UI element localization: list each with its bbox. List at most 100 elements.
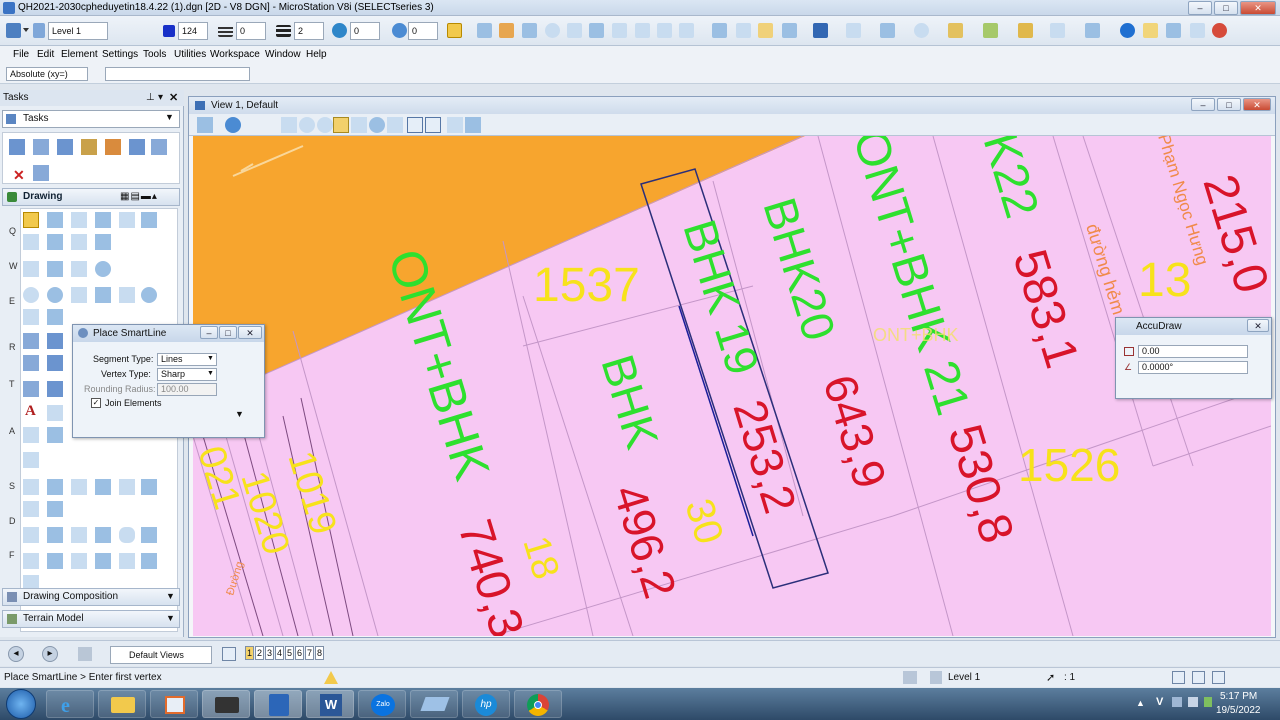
- menu-edit[interactable]: Edit: [37, 49, 54, 60]
- cad-drawing[interactable]: ONT+BHK 740,3 1537 BHK 496,2 30 18 BHK 1…: [193, 136, 1271, 636]
- hp-icon[interactable]: hp: [462, 690, 510, 718]
- trim-icon[interactable]: [657, 23, 672, 38]
- midpoint-icon[interactable]: [71, 479, 87, 495]
- scanner-icon[interactable]: [410, 690, 458, 718]
- view-4-button[interactable]: 4: [275, 646, 284, 660]
- tools-icon[interactable]: [1190, 23, 1205, 38]
- pin-icon[interactable]: ⊥: [146, 92, 155, 103]
- element-selection-tool-icon[interactable]: [9, 139, 25, 155]
- half-ellipse-icon[interactable]: [95, 287, 111, 303]
- accudraw-title-bar[interactable]: AccuDraw ✕: [1116, 318, 1271, 335]
- view-group-icon[interactable]: [78, 647, 92, 661]
- models-icon[interactable]: [846, 23, 861, 38]
- drawing-composition-group[interactable]: Drawing Composition: [2, 588, 180, 606]
- maximize-button[interactable]: □: [1214, 1, 1238, 15]
- language-indicator[interactable]: V: [1156, 696, 1163, 708]
- menu-file[interactable]: File: [13, 49, 29, 60]
- coordinate-mode-select[interactable]: Absolute (xy=): [6, 67, 88, 81]
- text-fit-icon[interactable]: [23, 427, 39, 443]
- start-button-icon[interactable]: [6, 689, 36, 719]
- level-select[interactable]: Level 1: [48, 22, 108, 40]
- zoom-in-icon[interactable]: [299, 117, 315, 133]
- zoom-out-icon[interactable]: [317, 117, 333, 133]
- segment-type-arrow-icon[interactable]: ▼: [207, 355, 214, 362]
- lock-icon[interactable]: [930, 671, 942, 684]
- tasks-select[interactable]: Tasks: [2, 110, 180, 128]
- menu-utilities[interactable]: Utilities: [174, 49, 206, 60]
- accudraw-distance-field[interactable]: 0.00: [1138, 345, 1248, 358]
- modify-tool-icon[interactable]: [81, 139, 97, 155]
- view-2-button[interactable]: 2: [255, 646, 264, 660]
- microstation-taskbar-icon[interactable]: [254, 690, 302, 718]
- groups-tool-icon[interactable]: [105, 139, 121, 155]
- priority-select[interactable]: 0: [408, 22, 438, 40]
- back-icon[interactable]: ◂: [8, 646, 24, 662]
- dimension-radial-icon[interactable]: [71, 527, 87, 543]
- fence-icon[interactable]: [679, 23, 694, 38]
- manipulate-tool-icon[interactable]: [57, 139, 73, 155]
- snap-mode-icon[interactable]: [903, 671, 917, 684]
- rounding-radius-input[interactable]: 100.00: [157, 383, 217, 396]
- menu-element[interactable]: Element: [61, 49, 98, 60]
- line-weight-select[interactable]: 2: [294, 22, 324, 40]
- pattern-icon[interactable]: [712, 23, 727, 38]
- battery-icon[interactable]: [1204, 697, 1212, 707]
- view-maximize-button[interactable]: □: [1217, 98, 1241, 111]
- dimension-3d-icon[interactable]: [141, 527, 157, 543]
- hatch-tool-icon[interactable]: [47, 501, 63, 517]
- close-button[interactable]: ✕: [1240, 1, 1276, 15]
- transparency-select[interactable]: 0: [350, 22, 380, 40]
- trim-tool-icon[interactable]: [71, 553, 87, 569]
- view-group-select[interactable]: Default Views: [110, 646, 212, 664]
- word-icon[interactable]: W: [306, 690, 354, 718]
- view-previous-icon[interactable]: [407, 117, 423, 133]
- clock-time[interactable]: 5:17 PM: [1220, 691, 1257, 702]
- point-tool-icon[interactable]: [95, 212, 111, 228]
- insert-vertex-icon[interactable]: [119, 553, 135, 569]
- text-style-icon[interactable]: [23, 381, 39, 397]
- file-explorer-icon[interactable]: [98, 690, 146, 718]
- key-in-icon[interactable]: [1143, 23, 1158, 38]
- display-style-icon[interactable]: [225, 117, 241, 133]
- curve-stream-icon[interactable]: [23, 234, 39, 250]
- update-view-icon[interactable]: [281, 117, 297, 133]
- view-close-button[interactable]: ✕: [1243, 98, 1271, 111]
- construct-icon[interactable]: [71, 234, 87, 250]
- tasks-select-arrow-icon[interactable]: ▼: [165, 112, 174, 122]
- arc-tool-icon[interactable]: [635, 23, 650, 38]
- stream-tool-icon[interactable]: [141, 212, 157, 228]
- cell-library-icon[interactable]: [983, 23, 998, 38]
- angle-icon[interactable]: [95, 234, 111, 250]
- fit-view-icon[interactable]: [351, 117, 367, 133]
- place-line-tool-icon[interactable]: [47, 212, 63, 228]
- tasks-close-icon[interactable]: ✕: [169, 91, 178, 104]
- view-settings-icon[interactable]: [813, 23, 828, 38]
- expand-dialog-icon[interactable]: ▼: [235, 409, 244, 419]
- shape-icon[interactable]: [71, 261, 87, 277]
- menu-settings[interactable]: Settings: [102, 49, 138, 60]
- rotate-tool-icon[interactable]: [47, 355, 63, 371]
- drawing-tools-icon[interactable]: [151, 139, 167, 155]
- views-dialog-icon[interactable]: [222, 647, 236, 661]
- text-node-icon[interactable]: [47, 405, 63, 421]
- dimension-angle-icon[interactable]: [47, 527, 63, 543]
- place-block-icon[interactable]: [499, 23, 514, 38]
- menu-tools[interactable]: Tools: [143, 49, 166, 60]
- smartline-minimize-button[interactable]: –: [200, 326, 218, 339]
- arc-tool-palette-icon[interactable]: [71, 212, 87, 228]
- save-settings-icon[interactable]: [948, 23, 963, 38]
- chamfer-icon[interactable]: [47, 309, 63, 325]
- ellipse-icon[interactable]: [23, 287, 39, 303]
- measure-icon[interactable]: [1050, 23, 1065, 38]
- fence-tool-icon[interactable]: [33, 139, 49, 155]
- smartline-close-button[interactable]: ✕: [238, 326, 262, 339]
- place-arc-icon[interactable]: [522, 23, 537, 38]
- rotate-view-icon[interactable]: [369, 117, 385, 133]
- curve-tool-icon[interactable]: [119, 212, 135, 228]
- raster-icon[interactable]: [914, 23, 929, 38]
- menu-workspace[interactable]: Workspace: [210, 49, 260, 60]
- tray-expand-icon[interactable]: ▲: [1136, 698, 1145, 708]
- toggle-mask-icon[interactable]: [465, 117, 481, 133]
- menu-window[interactable]: Window: [265, 49, 301, 60]
- view-mode-icons[interactable]: ▦▤▬▴: [120, 191, 158, 202]
